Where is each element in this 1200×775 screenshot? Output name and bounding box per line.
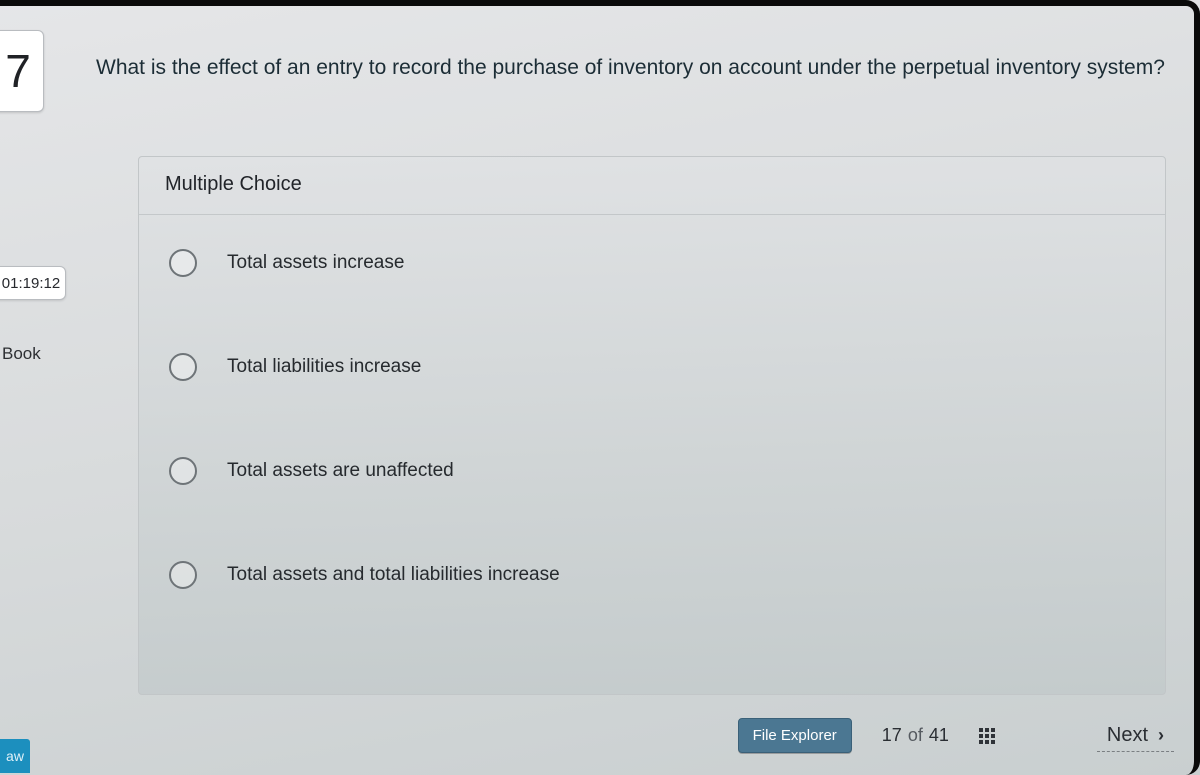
timer-value: 01:19:12 <box>2 275 60 292</box>
progress-indicator: 17 of 41 <box>882 725 949 746</box>
book-link-label: Book <box>2 344 41 363</box>
left-rail: 7 01:19:12 Book aw <box>0 6 72 775</box>
progress-total: 41 <box>929 725 949 746</box>
radio-icon[interactable] <box>169 353 197 381</box>
next-button[interactable]: Next › <box>1097 720 1174 752</box>
question-number-box: 7 <box>0 30 44 112</box>
app-frame: 7 01:19:12 Book aw What is the effect of… <box>0 0 1200 775</box>
option-label: Total assets are unaffected <box>227 460 454 482</box>
question-text: What is the effect of an entry to record… <box>96 56 1166 80</box>
section-title: Multiple Choice <box>139 157 1165 215</box>
next-label: Next <box>1107 724 1148 747</box>
chevron-right-icon: › <box>1158 725 1164 746</box>
option-label: Total assets and total liabilities incre… <box>227 564 560 586</box>
radio-icon[interactable] <box>169 561 197 589</box>
option-label: Total assets increase <box>227 252 404 274</box>
radio-icon[interactable] <box>169 457 197 485</box>
option-2[interactable]: Total liabilities increase <box>169 353 1145 381</box>
progress-of: of <box>908 725 923 746</box>
options-list: Total assets increase Total liabilities … <box>139 215 1165 599</box>
progress-current: 17 <box>882 725 902 746</box>
option-1[interactable]: Total assets increase <box>169 249 1145 277</box>
question-number: 7 <box>5 44 31 98</box>
book-link[interactable]: Book <box>2 344 41 364</box>
timer-box: 01:19:12 <box>0 266 66 300</box>
file-explorer-label: File Explorer <box>753 727 837 744</box>
option-4[interactable]: Total assets and total liabilities incre… <box>169 561 1145 589</box>
file-explorer-button[interactable]: File Explorer <box>738 718 852 753</box>
radio-icon[interactable] <box>169 249 197 277</box>
footer-bar: File Explorer 17 of 41 Next › <box>0 718 1174 753</box>
option-label: Total liabilities increase <box>227 356 421 378</box>
option-3[interactable]: Total assets are unaffected <box>169 457 1145 485</box>
grid-icon[interactable] <box>979 727 997 745</box>
multiple-choice-panel: Multiple Choice Total assets increase To… <box>138 156 1166 695</box>
